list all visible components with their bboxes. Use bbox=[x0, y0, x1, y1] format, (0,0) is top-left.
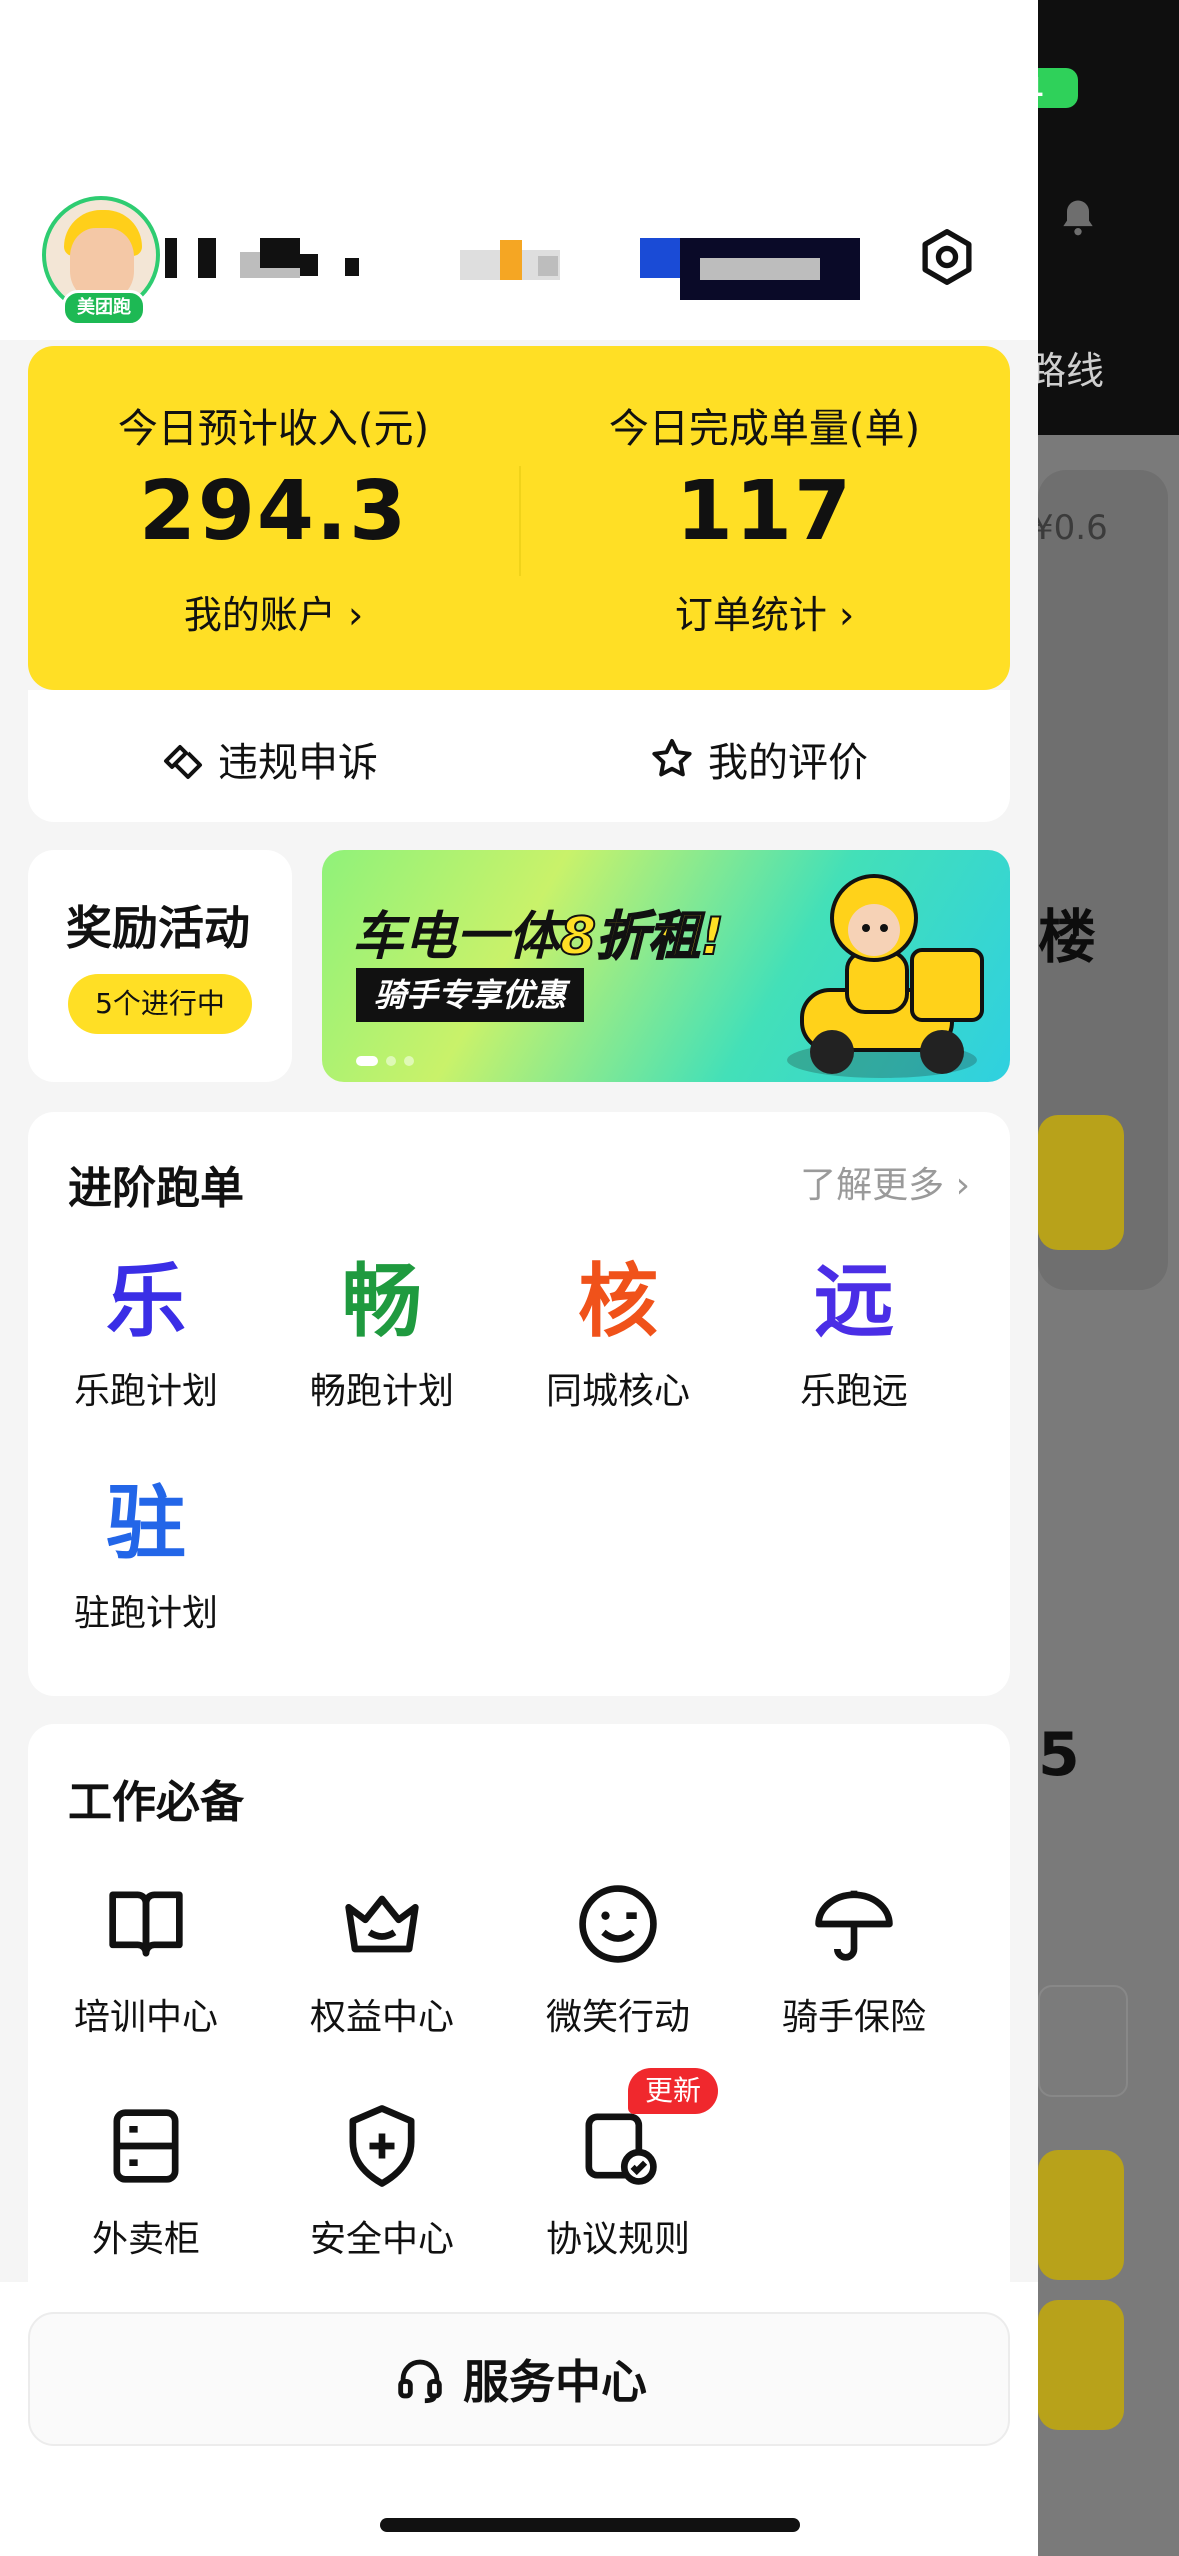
section-title: 工作必备 bbox=[68, 1777, 244, 1828]
background-yellow-button-2[interactable] bbox=[1038, 2150, 1124, 2280]
safety-label: 安全中心 bbox=[309, 2219, 454, 2260]
redaction-block bbox=[198, 238, 216, 278]
changpao-glyph: 畅 bbox=[342, 1255, 422, 1348]
appeal-button[interactable]: 违规申诉 bbox=[158, 730, 378, 788]
floor-text: 楼 bbox=[1038, 903, 1097, 971]
reward-title: 奖励活动 bbox=[66, 901, 250, 955]
avatar-badge: 美团跑 bbox=[62, 290, 146, 326]
redaction-block bbox=[165, 238, 177, 278]
changpao-label: 畅跑计划 bbox=[309, 1371, 454, 1412]
update-badge: 更新 bbox=[628, 2068, 718, 2114]
shield-icon bbox=[349, 2105, 415, 2187]
crown-icon bbox=[345, 1895, 419, 1953]
lepao-label: 乐跑计划 bbox=[73, 1371, 218, 1412]
advanced-item-tongcheng[interactable]: 核 同城核心 bbox=[500, 1252, 736, 1414]
locker-label: 外卖柜 bbox=[91, 2219, 200, 2260]
banner-subtitle: 骑手专享优惠 bbox=[356, 968, 585, 1022]
side-drawer: 美团跑 今日预计收入(元) 294.3 我的账户 › 今日完成单量(单) 117… bbox=[0, 0, 1038, 2556]
smile-label: 微笑行动 bbox=[545, 1997, 690, 2038]
route-label[interactable]: 路线 bbox=[1038, 340, 1104, 395]
advanced-item-changpao[interactable]: 畅 畅跑计划 bbox=[264, 1252, 500, 1414]
reward-count-pill: 5个进行中 bbox=[68, 974, 252, 1034]
redaction-block bbox=[300, 254, 318, 276]
appeal-label: 违规申诉 bbox=[218, 740, 378, 786]
work-item-safety[interactable]: 安全中心 bbox=[264, 2096, 500, 2262]
orders-value: 117 bbox=[675, 464, 854, 559]
learn-more-link[interactable]: 了解更多 › bbox=[800, 1156, 970, 1208]
rider-illustration bbox=[787, 874, 984, 1078]
zhupao-glyph: 驻 bbox=[106, 1477, 186, 1570]
my-rating-button[interactable]: 我的评价 bbox=[648, 730, 868, 788]
my-account-link[interactable]: 我的账户 › bbox=[28, 584, 519, 639]
pagination-dot bbox=[386, 1056, 396, 1066]
reward-activities-card[interactable]: 奖励活动 5个进行中 bbox=[28, 850, 292, 1082]
umbrella-icon bbox=[815, 1890, 893, 1961]
background-select[interactable] bbox=[1038, 1985, 1128, 2097]
work-item-smile[interactable]: 微笑行动 bbox=[500, 1874, 736, 2040]
banner-pagination bbox=[356, 1056, 414, 1066]
training-label: 培训中心 bbox=[73, 1997, 218, 2038]
income-value: 294.3 bbox=[138, 464, 409, 559]
number-text: 5 bbox=[1038, 1720, 1080, 1790]
pagination-dot bbox=[356, 1056, 378, 1066]
advanced-item-lepaoyuan[interactable]: 远 乐跑远 bbox=[736, 1252, 972, 1414]
work-essentials-section: 工作必备 培训中心 权益中心 微笑行动 骑手保险 外卖柜 安全中心 协议规则 bbox=[28, 1724, 1010, 2324]
battery-indicator: 31 bbox=[1038, 68, 1078, 108]
bell-icon[interactable] bbox=[1056, 195, 1100, 239]
order-stats-link[interactable]: 订单统计 › bbox=[519, 584, 1010, 639]
redaction-block bbox=[260, 238, 300, 268]
background-yellow-button[interactable] bbox=[1038, 1115, 1124, 1250]
quick-links-row: 违规申诉 我的评价 bbox=[28, 690, 1010, 822]
price-text: ¥0.6 bbox=[1038, 508, 1108, 548]
redaction-block bbox=[640, 238, 680, 278]
work-item-locker[interactable]: 外卖柜 bbox=[28, 2096, 264, 2262]
section-title: 进阶跑单 bbox=[68, 1163, 244, 1214]
settings-icon[interactable] bbox=[915, 225, 979, 289]
lepaoyuan-label: 乐跑远 bbox=[799, 1371, 908, 1412]
zhupao-label: 驻跑计划 bbox=[73, 1593, 218, 1634]
banner-title-pre: 车电一体 bbox=[352, 907, 561, 967]
book-icon bbox=[109, 1891, 183, 1957]
benefits-label: 权益中心 bbox=[309, 1997, 454, 2038]
work-item-agreement[interactable]: 协议规则 bbox=[500, 2096, 736, 2262]
service-center-button[interactable]: 服务中心 bbox=[28, 2312, 1010, 2446]
redaction-block bbox=[345, 258, 359, 276]
tongcheng-glyph: 核 bbox=[578, 1255, 658, 1348]
earnings-card: 今日预计收入(元) 294.3 我的账户 › 今日完成单量(单) 117 订单统… bbox=[28, 346, 1010, 690]
pagination-dot bbox=[404, 1056, 414, 1066]
profile-header: 美团跑 bbox=[0, 0, 1038, 340]
smile-icon bbox=[579, 1885, 657, 1963]
insurance-label: 骑手保险 bbox=[781, 1997, 926, 2038]
headset-icon bbox=[398, 2359, 442, 2404]
background-app: 31 路线 ¥0.6 楼 5 bbox=[1038, 0, 1179, 2556]
lepao-glyph: 乐 bbox=[106, 1255, 186, 1348]
banner-title-highlight: 8折租! bbox=[559, 906, 725, 968]
advanced-item-lepao[interactable]: 乐 乐跑计划 bbox=[28, 1252, 264, 1414]
redaction-block bbox=[500, 240, 522, 280]
orders-label: 今日完成单量(单) bbox=[608, 406, 921, 452]
agreement-label: 协议规则 bbox=[545, 2219, 690, 2260]
promo-banner[interactable]: 车电一体8折租! 骑手专享优惠 bbox=[322, 850, 1010, 1082]
tongcheng-label: 同城核心 bbox=[545, 1371, 690, 1412]
rating-label: 我的评价 bbox=[708, 740, 868, 786]
star-icon bbox=[652, 739, 692, 777]
advanced-item-zhupao[interactable]: 驻 驻跑计划 bbox=[28, 1474, 264, 1636]
income-label: 今日预计收入(元) bbox=[117, 406, 430, 452]
banner-title: 车电一体8折租! bbox=[352, 894, 725, 969]
service-center-label: 服务中心 bbox=[463, 2355, 647, 2409]
lepaoyuan-glyph: 远 bbox=[814, 1255, 894, 1348]
background-yellow-button-3[interactable] bbox=[1038, 2300, 1124, 2430]
redaction-block bbox=[538, 256, 558, 276]
redaction-block bbox=[700, 258, 820, 280]
advanced-section: 进阶跑单 了解更多 › 乐 乐跑计划 畅 畅跑计划 核 同城核心 远 乐跑远 驻… bbox=[28, 1112, 1010, 1696]
work-item-insurance[interactable]: 骑手保险 bbox=[736, 1874, 972, 2040]
locker-icon bbox=[113, 2109, 179, 2183]
hammer-icon bbox=[164, 745, 202, 779]
home-indicator[interactable] bbox=[380, 2518, 800, 2532]
work-item-benefits[interactable]: 权益中心 bbox=[264, 1874, 500, 2040]
work-item-training[interactable]: 培训中心 bbox=[28, 1874, 264, 2040]
